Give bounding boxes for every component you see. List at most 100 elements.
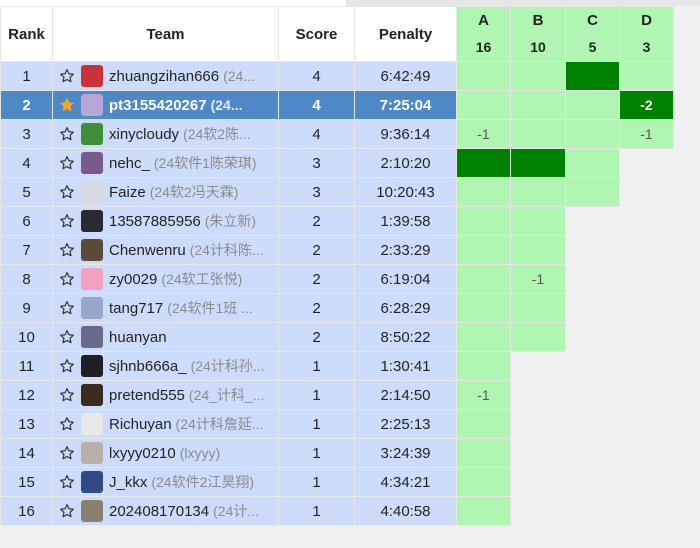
table-row[interactable]: 12 pretend555 (24_计科_... 1 2:14:50 -1 <box>0 380 674 410</box>
table-row[interactable]: 13 Richuyan (24计科詹延... 1 2:25:13 <box>0 409 674 439</box>
accepted-cell[interactable] <box>565 90 620 120</box>
problem-solve-count: 3 <box>642 39 651 55</box>
team-name[interactable]: Faize <box>109 184 146 201</box>
team-name[interactable]: nehc_ <box>109 155 150 172</box>
first-blood-cell[interactable] <box>456 148 511 178</box>
star-outline-icon[interactable] <box>59 300 75 316</box>
accepted-cell[interactable] <box>456 90 511 120</box>
problem-a-header[interactable]: A 16 <box>456 6 511 62</box>
team-name[interactable]: tang717 <box>109 300 163 317</box>
first-blood-cell[interactable]: -2 <box>619 90 674 120</box>
team-header[interactable]: Team <box>52 6 279 62</box>
team-name[interactable]: xinycloudy <box>109 126 179 143</box>
empty-cell <box>565 293 620 323</box>
accepted-cell[interactable] <box>510 119 566 149</box>
star-outline-icon[interactable] <box>59 329 75 345</box>
star-outline-icon[interactable] <box>59 416 75 432</box>
rank-header[interactable]: Rank <box>0 6 53 62</box>
accepted-cell[interactable] <box>565 148 620 178</box>
team-name[interactable]: Richuyan <box>109 416 172 433</box>
team-cell: zy0029 (24软工张悦) <box>52 264 279 294</box>
table-row[interactable]: 14 lxyyy0210 (lxyyy) 1 3:24:39 <box>0 438 674 468</box>
star-outline-icon[interactable] <box>59 503 75 519</box>
table-row[interactable]: 1 zhuangzihan666 (24... 4 6:42:49 <box>0 61 674 91</box>
accepted-cell[interactable]: -1 <box>510 264 566 294</box>
table-row[interactable]: 2 pt3155420267 (24... 4 7:25:04 -2 <box>0 90 674 120</box>
accepted-cell[interactable] <box>565 119 620 149</box>
problem-b-header[interactable]: B 10 <box>510 6 566 62</box>
accepted-cell[interactable] <box>456 293 511 323</box>
penalty-cell: 4:34:21 <box>354 467 457 497</box>
table-row[interactable]: 10 huanyan 2 8:50:22 <box>0 322 674 352</box>
team-name[interactable]: Chenwenru <box>109 242 186 259</box>
team-name[interactable]: huanyan <box>109 329 167 346</box>
star-outline-icon[interactable] <box>59 155 75 171</box>
team-name[interactable]: 13587885956 <box>109 213 201 230</box>
accepted-cell[interactable] <box>456 351 511 381</box>
accepted-cell[interactable] <box>510 322 566 352</box>
star-outline-icon[interactable] <box>59 242 75 258</box>
accepted-cell[interactable] <box>510 206 566 236</box>
accepted-cell[interactable]: -1 <box>456 380 511 410</box>
star-outline-icon[interactable] <box>59 358 75 374</box>
table-row[interactable]: 8 zy0029 (24软工张悦) 2 6:19:04 -1 <box>0 264 674 294</box>
star-outline-icon[interactable] <box>59 271 75 287</box>
first-blood-cell[interactable] <box>565 61 620 91</box>
table-row[interactable]: 11 sjhnb666a_ (24计科孙... 1 1:30:41 <box>0 351 674 381</box>
accepted-cell[interactable] <box>456 264 511 294</box>
table-row[interactable]: 16 202408170134 (24计... 1 4:40:58 <box>0 496 674 526</box>
accepted-cell[interactable] <box>510 235 566 265</box>
accepted-cell[interactable] <box>619 61 674 91</box>
accepted-cell[interactable] <box>456 206 511 236</box>
problem-c-header[interactable]: C 5 <box>565 6 620 62</box>
table-row[interactable]: 4 nehc_ (24软件1陈荣琪) 3 2:10:20 <box>0 148 674 178</box>
team-name[interactable]: zy0029 <box>109 271 157 288</box>
team-name[interactable]: J_kkx <box>109 474 147 491</box>
accepted-cell[interactable] <box>510 61 566 91</box>
accepted-cell[interactable] <box>456 322 511 352</box>
star-outline-icon[interactable] <box>59 445 75 461</box>
standings-table: Rank Team Score Penalty A 16 B 10 C 5 D … <box>0 6 674 526</box>
accepted-cell[interactable]: -1 <box>456 119 511 149</box>
score-cell: 2 <box>278 322 355 352</box>
accepted-cell[interactable] <box>456 496 511 526</box>
table-row[interactable]: 9 tang717 (24软件1班 ... 2 6:28:29 <box>0 293 674 323</box>
accepted-cell[interactable] <box>456 467 511 497</box>
accepted-cell[interactable] <box>510 293 566 323</box>
accepted-cell[interactable] <box>565 177 620 207</box>
star-outline-icon[interactable] <box>59 68 75 84</box>
accepted-cell[interactable] <box>456 235 511 265</box>
team-cell: tang717 (24软件1班 ... <box>52 293 279 323</box>
penalty-header[interactable]: Penalty <box>354 6 457 62</box>
accepted-cell[interactable] <box>456 177 511 207</box>
star-filled-icon[interactable] <box>59 97 75 113</box>
star-outline-icon[interactable] <box>59 126 75 142</box>
accepted-cell[interactable] <box>456 438 511 468</box>
team-member-name: (24软2陈... <box>183 126 251 142</box>
star-outline-icon[interactable] <box>59 184 75 200</box>
star-outline-icon[interactable] <box>59 387 75 403</box>
table-row[interactable]: 15 J_kkx (24软件2江昊翔) 1 4:34:21 <box>0 467 674 497</box>
accepted-cell[interactable]: -1 <box>619 119 674 149</box>
accepted-cell[interactable] <box>456 409 511 439</box>
table-row[interactable]: 6 13587885956 (朱立新) 2 1:39:58 <box>0 206 674 236</box>
table-row[interactable]: 5 Faize (24软2冯天霖) 3 10:20:43 <box>0 177 674 207</box>
table-row[interactable]: 7 Chenwenru (24计科陈... 2 2:33:29 <box>0 235 674 265</box>
star-outline-icon[interactable] <box>59 213 75 229</box>
accepted-cell[interactable] <box>510 177 566 207</box>
team-name[interactable]: 202408170134 <box>109 503 209 520</box>
team-name[interactable]: sjhnb666a_ <box>109 358 187 375</box>
empty-cell <box>619 380 674 410</box>
accepted-cell[interactable] <box>456 61 511 91</box>
team-name[interactable]: pretend555 <box>109 387 185 404</box>
team-name[interactable]: pt3155420267 <box>109 97 207 114</box>
star-outline-icon[interactable] <box>59 474 75 490</box>
team-name[interactable]: zhuangzihan666 <box>109 68 219 85</box>
table-row[interactable]: 3 xinycloudy (24软2陈... 4 9:36:14 -1 -1 <box>0 119 674 149</box>
score-header[interactable]: Score <box>278 6 355 62</box>
problem-d-header[interactable]: D 3 <box>619 6 674 62</box>
team-name[interactable]: lxyyy0210 <box>109 445 176 462</box>
first-blood-cell[interactable] <box>510 148 566 178</box>
empty-cell <box>510 380 566 410</box>
accepted-cell[interactable] <box>510 90 566 120</box>
